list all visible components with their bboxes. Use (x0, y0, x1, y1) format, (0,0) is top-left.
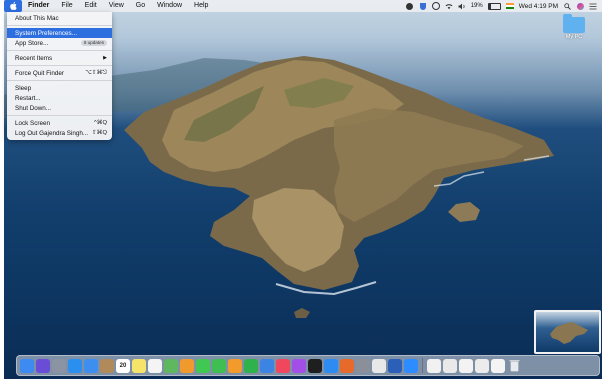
menu-item-force-quit[interactable]: Force Quit Finder ⌥⇧⌘⎋ (7, 68, 112, 78)
menu-item-system-preferences[interactable]: System Preferences... (7, 28, 112, 38)
menu-item-label: Shut Down... (15, 104, 52, 112)
folder-icon (563, 14, 585, 33)
menu-item-label: System Preferences... (15, 29, 77, 37)
status-area: 19% Wed 4:19 PM (406, 2, 602, 10)
thumbnail-image (550, 322, 588, 344)
menu-item-shut-down[interactable]: Shut Down... (7, 103, 112, 113)
document-thumbnail-4-icon[interactable] (475, 358, 489, 373)
calendar-icon[interactable]: 20 (116, 358, 130, 373)
menu-separator (7, 115, 112, 116)
battery-icon[interactable] (487, 2, 501, 10)
updates-badge: 6 updates (80, 40, 107, 46)
apple-icon (9, 2, 17, 10)
launchpad-icon[interactable] (52, 358, 66, 373)
dock-separator (422, 358, 423, 373)
menu-item-label: Restart... (15, 94, 41, 102)
document-thumbnail-5-icon[interactable] (491, 358, 505, 373)
menu-separator (7, 80, 112, 81)
menu-item-label: Sleep (15, 84, 32, 92)
volume-icon[interactable] (458, 2, 466, 10)
mail-icon[interactable] (84, 358, 98, 373)
menu-item-recent-items[interactable]: Recent Items ▶ (7, 53, 112, 63)
menu-go[interactable]: Go (130, 0, 151, 12)
firefox-icon[interactable] (340, 358, 354, 373)
menu-item-shortcut: ⌥⇧⌘⎋ (85, 69, 107, 76)
wifi-icon[interactable] (445, 2, 453, 10)
document-thumbnail-3-icon[interactable] (459, 358, 473, 373)
menu-item-shortcut: ⇧⌘Q (91, 130, 107, 136)
folder-label: My PC (565, 34, 583, 40)
menu-item-label: Log Out Gajendra Singh... (15, 129, 89, 137)
dock: 20 (16, 355, 600, 376)
desktop-folder-my-pc[interactable]: My PC (562, 14, 586, 40)
menu-separator (7, 25, 112, 26)
menu-item-log-out[interactable]: Log Out Gajendra Singh... ⇧⌘Q (7, 128, 112, 138)
menu-item-about-this-mac[interactable]: About This Mac (7, 13, 112, 23)
document-thumbnail-2-icon[interactable] (443, 358, 457, 373)
menu-separator (7, 50, 112, 51)
apple-menu-button[interactable] (4, 0, 22, 12)
menu-bar: Finder File Edit View Go Window Help 19%… (4, 0, 602, 12)
zoom-icon[interactable] (404, 358, 418, 373)
menu-item-label: Recent Items (15, 54, 53, 62)
submenu-arrow-icon: ▶ (103, 55, 107, 61)
control-center-icon[interactable] (589, 2, 597, 10)
siri-icon[interactable] (576, 2, 584, 10)
trash-icon[interactable] (507, 359, 521, 373)
music-icon[interactable] (276, 358, 290, 373)
menu-window[interactable]: Window (151, 0, 188, 12)
menu-app-name[interactable]: Finder (22, 0, 55, 12)
messages-icon[interactable] (196, 358, 210, 373)
tv-icon[interactable] (308, 358, 322, 373)
menu-item-label: Lock Screen (15, 119, 51, 127)
contacts-icon[interactable] (100, 358, 114, 373)
chrome-icon[interactable] (372, 358, 386, 373)
maps-icon[interactable] (164, 358, 178, 373)
keynote-icon[interactable] (260, 358, 274, 373)
facetime-icon[interactable] (212, 358, 226, 373)
siri-icon[interactable] (36, 358, 50, 373)
notes-icon[interactable] (132, 358, 146, 373)
clock[interactable]: Wed 4:19 PM (519, 3, 558, 10)
menu-item-label: App Store... (15, 39, 49, 47)
status-app-icon[interactable] (406, 2, 414, 10)
flag-icon[interactable] (505, 2, 514, 10)
word-icon[interactable] (388, 358, 402, 373)
pages-icon[interactable] (228, 358, 242, 373)
menu-edit[interactable]: Edit (79, 0, 103, 12)
menu-item-shortcut: ^⌘Q (93, 120, 107, 126)
menu-help[interactable]: Help (188, 0, 214, 12)
battery-percent: 19% (470, 3, 483, 9)
document-thumbnail-1-icon[interactable] (427, 358, 441, 373)
menu-item-label: Force Quit Finder (15, 69, 64, 77)
menu-item-sleep[interactable]: Sleep (7, 83, 112, 93)
menu-item-app-store[interactable]: App Store... 6 updates (7, 38, 112, 48)
menu-view[interactable]: View (103, 0, 130, 12)
app-store-icon[interactable] (324, 358, 338, 373)
sync-icon[interactable] (431, 2, 440, 10)
numbers-icon[interactable] (244, 358, 258, 373)
shield-icon[interactable] (419, 2, 427, 10)
system-preferences-icon[interactable] (356, 358, 370, 373)
photos-icon[interactable] (180, 358, 194, 373)
screenshot-thumbnail[interactable] (534, 310, 601, 354)
apple-menu-dropdown: About This Mac System Preferences... App… (7, 12, 112, 140)
menu-item-label: About This Mac (15, 14, 59, 22)
spotlight-search-icon[interactable] (563, 2, 571, 10)
menu-item-restart[interactable]: Restart... (7, 93, 112, 103)
menu-file[interactable]: File (55, 0, 78, 12)
reminders-icon[interactable] (148, 358, 162, 373)
finder-icon[interactable] (20, 358, 34, 373)
podcasts-icon[interactable] (292, 358, 306, 373)
menu-separator (7, 65, 112, 66)
safari-icon[interactable] (68, 358, 82, 373)
menu-item-lock-screen[interactable]: Lock Screen ^⌘Q (7, 118, 112, 128)
